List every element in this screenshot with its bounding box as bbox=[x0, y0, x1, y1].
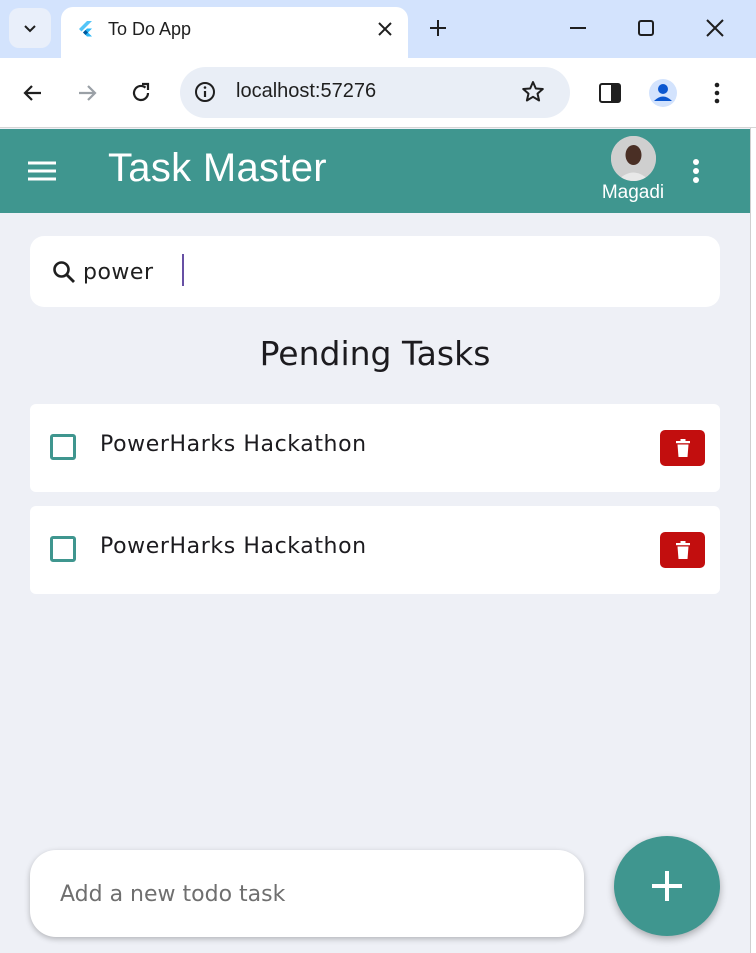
search-box[interactable] bbox=[30, 236, 720, 307]
minimize-icon[interactable] bbox=[566, 16, 590, 40]
maximize-icon[interactable] bbox=[634, 16, 658, 40]
window-close-icon[interactable] bbox=[703, 16, 727, 40]
avatar[interactable] bbox=[611, 136, 656, 181]
search-input[interactable] bbox=[83, 253, 683, 291]
more-vert-icon[interactable] bbox=[684, 156, 708, 186]
user-photo bbox=[611, 136, 656, 181]
new-tab-icon[interactable] bbox=[424, 14, 452, 42]
task-checkbox[interactable] bbox=[50, 434, 76, 460]
chevron-down-icon bbox=[24, 25, 36, 33]
task-label: PowerHarks Hackathon bbox=[100, 534, 367, 559]
plus-icon bbox=[652, 871, 682, 901]
trash-icon bbox=[675, 541, 690, 559]
delete-button[interactable] bbox=[660, 430, 705, 466]
app-bar: Task Master Magadi bbox=[0, 129, 750, 213]
task-checkbox[interactable] bbox=[50, 536, 76, 562]
browser-tab[interactable]: To Do App bbox=[61, 7, 408, 58]
delete-button[interactable] bbox=[660, 532, 705, 568]
menu-icon[interactable] bbox=[26, 156, 58, 186]
task-label: PowerHarks Hackathon bbox=[100, 432, 367, 457]
url-text: localhost:57276 bbox=[236, 80, 377, 102]
browser-tab-strip: To Do App bbox=[0, 0, 756, 58]
user-name: Magadi bbox=[601, 182, 665, 203]
add-task-box[interactable] bbox=[30, 850, 584, 937]
tab-title: To Do App bbox=[108, 19, 192, 39]
flutter-icon bbox=[79, 21, 92, 37]
address-bar[interactable]: localhost:57276 bbox=[180, 67, 570, 118]
forward-arrow-icon[interactable] bbox=[73, 79, 101, 107]
site-info-icon[interactable] bbox=[193, 80, 217, 104]
search-icon bbox=[53, 261, 75, 283]
app-title: Task Master bbox=[108, 146, 327, 190]
window-edge bbox=[750, 128, 756, 953]
add-task-button[interactable] bbox=[614, 836, 720, 936]
side-panel-icon[interactable] bbox=[595, 78, 625, 108]
task-item: PowerHarks Hackathon bbox=[30, 506, 720, 594]
task-item: PowerHarks Hackathon bbox=[30, 404, 720, 492]
reload-icon[interactable] bbox=[127, 79, 155, 107]
bookmark-star-icon[interactable] bbox=[520, 79, 546, 105]
browser-toolbar: localhost:57276 bbox=[0, 58, 756, 128]
close-icon[interactable] bbox=[373, 17, 397, 41]
profile-icon[interactable] bbox=[648, 78, 678, 108]
section-title: Pending Tasks bbox=[259, 334, 491, 373]
browser-menu-icon[interactable] bbox=[702, 78, 732, 108]
back-arrow-icon[interactable] bbox=[19, 79, 47, 107]
add-task-input[interactable] bbox=[60, 875, 560, 913]
trash-icon bbox=[675, 439, 690, 457]
text-caret bbox=[182, 254, 184, 286]
tab-search-button[interactable] bbox=[9, 8, 51, 48]
